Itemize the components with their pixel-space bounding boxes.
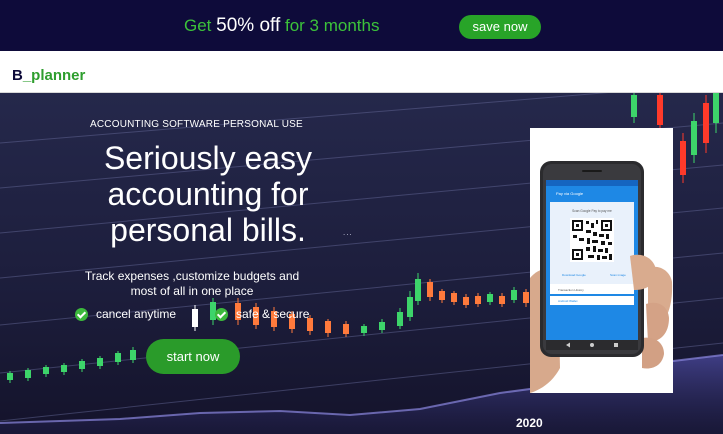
check-circle-icon — [75, 307, 88, 321]
promo-banner: Get 50% off for 3 months save now — [0, 0, 723, 51]
promo-offer: 50% off — [216, 15, 281, 36]
brand-logo[interactable]: B_planner — [12, 67, 85, 84]
hero-headline: Seriously easy accounting for personal b… — [103, 140, 313, 248]
phone-screen-title: Pay via Google — [556, 191, 584, 196]
save-now-button[interactable]: save now — [459, 15, 541, 39]
feature-safe-secure: safe & secure — [215, 307, 309, 321]
qr-caption: Scan Google Pay to pay me — [572, 209, 612, 213]
chart-year-label: 2020 — [516, 416, 543, 430]
check-circle-icon — [215, 307, 228, 321]
phone-link-left: Download Google — [562, 273, 586, 277]
top-navbar: B_planner — [0, 51, 723, 93]
feature-cancel-anytime: cancel anytime — [75, 307, 176, 321]
feature-label: safe & secure — [236, 307, 310, 321]
logo-letter: B — [12, 67, 23, 84]
logo-text: _planner — [22, 67, 86, 84]
hero-subline: Track expenses ,customize budgets and mo… — [84, 269, 300, 298]
promo-get: Get — [184, 16, 212, 35]
phone-image-panel: Pay via Google Scan Google Pay to pay me… — [530, 128, 673, 393]
hand-holding-phone-image: Pay via Google Scan Google Pay to pay me… — [530, 128, 673, 393]
hero-eyebrow: ACCOUNTING SOFTWARE PERSONAL USE — [90, 119, 303, 130]
qr-code-icon — [570, 218, 614, 262]
promo-duration: for 3 months — [284, 16, 380, 35]
hero-dots: ... — [343, 228, 353, 237]
feature-label: cancel anytime — [96, 307, 177, 321]
start-now-button[interactable]: start now — [146, 339, 240, 374]
promo-text: Get 50% off for 3 months — [184, 15, 379, 37]
phone-link-right: Scan image — [610, 273, 626, 277]
phone-row-label: Transaction History — [558, 288, 584, 292]
phone-row-label-2: Android Wallet — [558, 299, 578, 303]
